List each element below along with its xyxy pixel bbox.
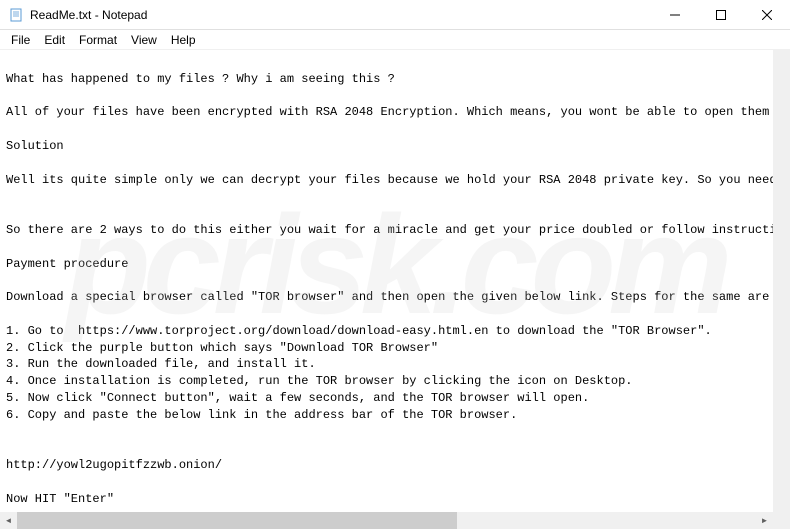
text-line: Well its quite simple only we can decryp… [6, 173, 790, 187]
maximize-button[interactable] [698, 0, 744, 30]
menu-file[interactable]: File [4, 31, 37, 49]
text-line: 4. Once installation is completed, run t… [6, 374, 633, 388]
scroll-right-arrow[interactable]: ► [756, 512, 773, 529]
text-line: All of your files have been encrypted wi… [6, 105, 790, 119]
scroll-corner [773, 512, 790, 529]
menu-help[interactable]: Help [164, 31, 203, 49]
text-line: 3. Run the downloaded file, and install … [6, 357, 316, 371]
text-line: 6. Copy and paste the below link in the … [6, 408, 517, 422]
window-title: ReadMe.txt - Notepad [30, 8, 147, 22]
close-button[interactable] [744, 0, 790, 30]
menubar: File Edit Format View Help [0, 30, 790, 50]
text-line: Download a special browser called "TOR b… [6, 290, 784, 304]
text-line: 1. Go to https://www.torproject.org/down… [6, 324, 712, 338]
menu-view[interactable]: View [124, 31, 164, 49]
notepad-icon [8, 7, 24, 23]
text-line: What has happened to my files ? Why i am… [6, 72, 395, 86]
text-line: 5. Now click "Connect button", wait a fe… [6, 391, 589, 405]
titlebar: ReadMe.txt - Notepad [0, 0, 790, 30]
scroll-left-arrow[interactable]: ◄ [0, 512, 17, 529]
text-line: Solution [6, 139, 64, 153]
text-content[interactable]: What has happened to my files ? Why i am… [0, 50, 790, 512]
horizontal-scrollbar[interactable]: ◄ ► [0, 512, 773, 529]
vertical-scrollbar[interactable] [773, 50, 790, 512]
text-line: 2. Click the purple button which says "D… [6, 341, 438, 355]
menu-format[interactable]: Format [72, 31, 124, 49]
text-line: http://yowl2ugopitfzzwb.onion/ [6, 458, 222, 472]
text-line: Payment procedure [6, 257, 128, 271]
minimize-button[interactable] [652, 0, 698, 30]
window-controls [652, 0, 790, 30]
text-line: So there are 2 ways to do this either yo… [6, 223, 790, 237]
text-line: Now HIT "Enter" [6, 492, 114, 506]
scroll-thumb[interactable] [17, 512, 457, 529]
menu-edit[interactable]: Edit [37, 31, 72, 49]
